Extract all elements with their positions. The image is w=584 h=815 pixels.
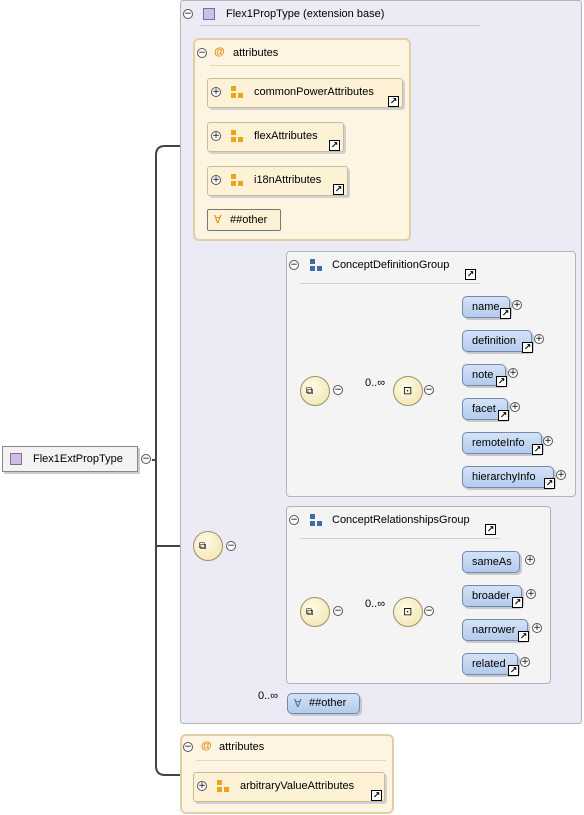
attribute-group-icon xyxy=(231,174,243,186)
sequence-compositor[interactable]: ⧉ xyxy=(300,376,330,406)
group-icon xyxy=(310,259,322,271)
any-attribute-label: ##other xyxy=(230,214,268,226)
link-arrow-icon[interactable]: ↗ xyxy=(498,410,509,421)
collapse-toggle-extension[interactable]: − xyxy=(183,9,193,19)
sequence-compositor[interactable]: ⧉ xyxy=(193,531,223,561)
link-arrow-icon[interactable]: ↗ xyxy=(371,790,382,801)
element-label: remoteInfo xyxy=(472,437,525,449)
collapse-toggle-choice[interactable]: − xyxy=(424,606,434,616)
any-element-label: ##other xyxy=(309,697,347,709)
element-label: facet xyxy=(472,403,496,415)
element-label: note xyxy=(472,369,494,381)
sequence-compositor[interactable]: ⧉ xyxy=(300,597,330,627)
multiplicity-label: 0..∞ xyxy=(258,690,279,702)
collapse-toggle-attributes[interactable]: − xyxy=(183,742,193,752)
collapse-toggle-root[interactable]: − xyxy=(141,454,151,464)
attributes-label: attributes xyxy=(233,47,279,59)
element-sameas[interactable]: sameAs xyxy=(462,551,520,573)
expand-toggle[interactable]: + xyxy=(508,368,518,378)
complex-type-icon xyxy=(203,8,215,20)
sequence-icon: ⧉ xyxy=(306,386,314,397)
attribute-group-label: arbitraryValueAttributes xyxy=(240,780,355,792)
sequence-icon: ⧉ xyxy=(199,541,207,552)
expand-toggle[interactable]: + xyxy=(526,589,536,599)
element-label: definition xyxy=(472,335,517,347)
choice-compositor[interactable]: ⊡ xyxy=(393,597,423,627)
collapse-toggle-sequence[interactable]: − xyxy=(333,385,343,395)
expand-toggle[interactable]: + xyxy=(532,623,542,633)
link-arrow-icon[interactable]: ↗ xyxy=(465,269,476,280)
link-arrow-icon[interactable]: ↗ xyxy=(544,478,555,489)
expand-toggle[interactable]: + xyxy=(211,175,221,185)
attribute-icon: @ xyxy=(201,740,212,752)
element-label: narrower xyxy=(472,624,516,636)
link-arrow-icon[interactable]: ↗ xyxy=(518,631,529,642)
collapse-toggle-sequence[interactable]: − xyxy=(333,606,343,616)
element-label: sameAs xyxy=(472,556,512,568)
group-divider xyxy=(300,283,480,284)
expand-toggle[interactable]: + xyxy=(534,334,544,344)
complex-type-icon xyxy=(10,453,22,465)
group-title: ConceptDefinitionGroup xyxy=(332,259,450,271)
attribute-group-icon xyxy=(231,130,243,142)
link-arrow-icon[interactable]: ↗ xyxy=(496,376,507,387)
sequence-icon: ⧉ xyxy=(306,607,314,618)
choice-icon: ⊡ xyxy=(403,384,413,397)
wildcard-icon: ∀ xyxy=(294,697,302,710)
expand-toggle[interactable]: + xyxy=(543,436,553,446)
expand-toggle[interactable]: + xyxy=(520,657,530,667)
attribute-group-label: flexAttributes xyxy=(254,130,318,142)
wildcard-icon: ∀ xyxy=(214,213,222,226)
link-arrow-icon[interactable]: ↗ xyxy=(522,342,533,353)
link-arrow-icon[interactable]: ↗ xyxy=(532,444,543,455)
expand-toggle[interactable]: + xyxy=(211,131,221,141)
concept-definition-group-box xyxy=(286,251,576,497)
group-icon xyxy=(310,514,322,526)
expand-toggle[interactable]: + xyxy=(525,555,535,565)
link-arrow-icon[interactable]: ↗ xyxy=(388,96,399,107)
collapse-toggle-group[interactable]: − xyxy=(289,260,299,270)
multiplicity-label: 0..∞ xyxy=(365,598,386,610)
group-divider xyxy=(300,538,500,539)
any-element[interactable]: ∀ ##other xyxy=(287,693,360,714)
element-label: name xyxy=(472,301,500,313)
expand-toggle[interactable]: + xyxy=(197,781,207,791)
group-title: ConceptRelationshipsGroup xyxy=(332,514,470,526)
attributes-label: attributes xyxy=(219,741,265,753)
link-arrow-icon[interactable]: ↗ xyxy=(500,308,511,319)
attribute-group-label: commonPowerAttributes xyxy=(254,86,374,98)
element-label: related xyxy=(472,658,506,670)
expand-toggle[interactable]: + xyxy=(512,300,522,310)
collapse-toggle-choice[interactable]: − xyxy=(424,385,434,395)
element-hierarchyinfo[interactable]: hierarchyInfo xyxy=(462,466,554,488)
link-arrow-icon[interactable]: ↗ xyxy=(508,665,519,676)
link-arrow-icon[interactable]: ↗ xyxy=(485,524,496,535)
extension-title: Flex1PropType (extension base) xyxy=(226,8,385,20)
root-element-label: Flex1ExtPropType xyxy=(33,453,123,465)
element-remoteinfo[interactable]: remoteInfo xyxy=(462,432,542,454)
attribute-group-icon xyxy=(217,780,229,792)
attribute-group-label: i18nAttributes xyxy=(254,174,322,186)
expand-toggle[interactable]: + xyxy=(211,87,221,97)
attributes-divider xyxy=(196,760,386,761)
element-label: hierarchyInfo xyxy=(472,471,536,483)
collapse-toggle-sequence[interactable]: − xyxy=(226,541,236,551)
root-element[interactable]: Flex1ExtPropType xyxy=(2,446,138,472)
link-arrow-icon[interactable]: ↗ xyxy=(333,184,344,195)
choice-icon: ⊡ xyxy=(403,605,413,618)
collapse-toggle-attributes[interactable]: − xyxy=(197,48,207,58)
expand-toggle[interactable]: + xyxy=(556,470,566,480)
choice-compositor[interactable]: ⊡ xyxy=(393,376,423,406)
expand-toggle[interactable]: + xyxy=(510,402,520,412)
multiplicity-label: 0..∞ xyxy=(365,377,386,389)
collapse-toggle-group[interactable]: − xyxy=(289,515,299,525)
element-label: broader xyxy=(472,590,510,602)
link-arrow-icon[interactable]: ↗ xyxy=(512,597,523,608)
attribute-icon: @ xyxy=(214,46,225,58)
attribute-group-icon xyxy=(231,86,243,98)
title-divider xyxy=(200,25,480,26)
link-arrow-icon[interactable]: ↗ xyxy=(329,140,340,151)
attributes-divider xyxy=(210,65,400,66)
any-attribute[interactable]: ∀ ##other xyxy=(207,209,281,231)
